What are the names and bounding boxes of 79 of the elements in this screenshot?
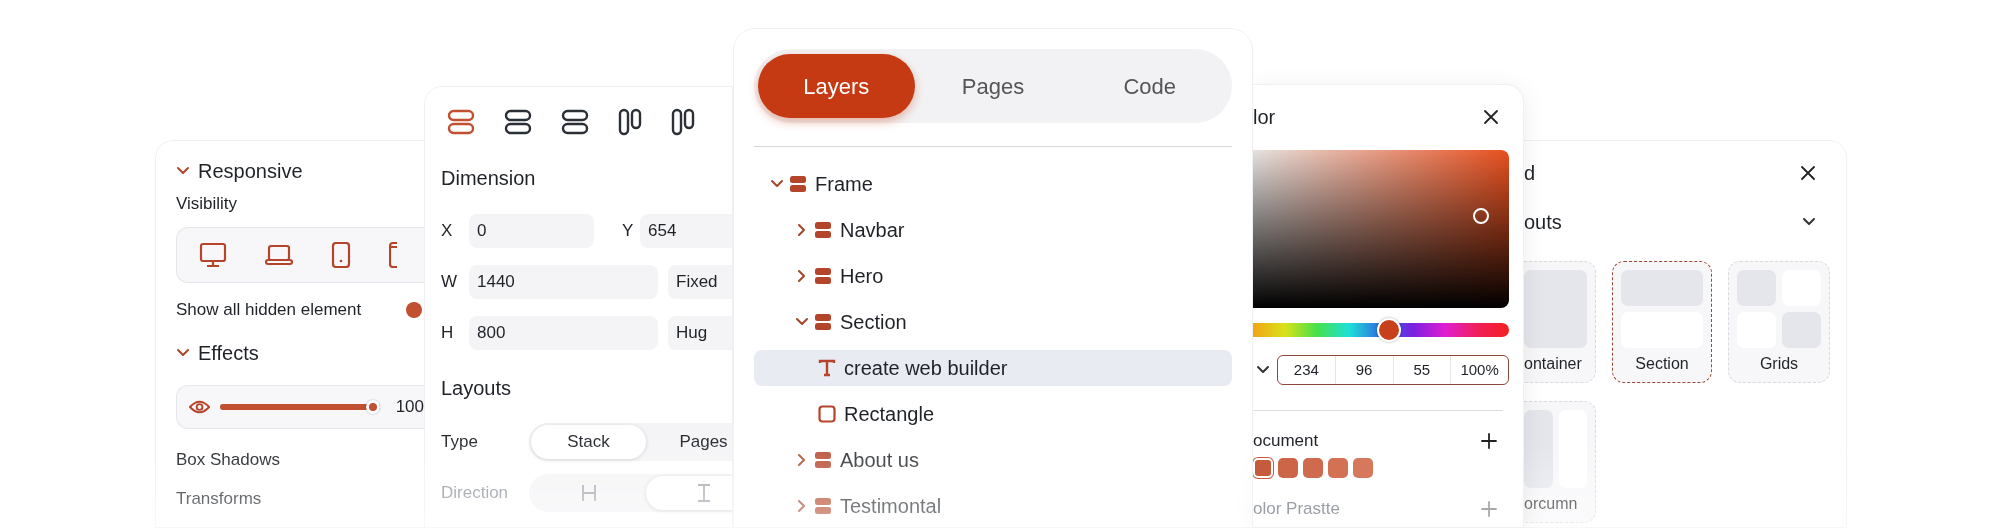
hue-slider-thumb[interactable] (1376, 318, 1401, 342)
color-swatch[interactable] (1278, 458, 1298, 478)
field-label: X (441, 220, 454, 242)
dropdown-field[interactable]: Fixed (668, 265, 732, 299)
picker-handle[interactable] (1473, 208, 1490, 225)
section-label[interactable]: Box Shadows (176, 449, 424, 471)
input-field[interactable]: 800 (469, 316, 658, 350)
horizontal-direction-icon (580, 484, 597, 502)
close-icon[interactable] (1483, 109, 1499, 125)
panel-title: lor (1253, 105, 1276, 129)
layer-row[interactable]: create web builder (754, 350, 1232, 386)
tab[interactable]: Layers (758, 54, 915, 118)
frame-layer-icon (814, 221, 832, 239)
stacked-rows-icon[interactable] (504, 109, 532, 135)
segment-option[interactable]: Pages (646, 425, 732, 459)
columns-icon[interactable] (618, 108, 642, 136)
vertical-direction-icon (695, 484, 712, 502)
columns-icon[interactable] (671, 108, 695, 136)
section-title: outs (1524, 210, 1562, 234)
add-icon[interactable] (1481, 433, 1497, 449)
input-field[interactable]: 1440 (469, 265, 658, 299)
stacked-rows-icon[interactable] (561, 109, 589, 135)
field-label: W (441, 271, 459, 293)
section-title: Dimension (441, 166, 537, 190)
layout-card[interactable]: ontainer (1524, 261, 1596, 383)
section-label[interactable]: Transforms (176, 488, 424, 510)
section-title: ocument (1253, 430, 1319, 452)
layer-row[interactable]: About us (754, 442, 1232, 478)
section-title: Layouts (441, 376, 513, 400)
section-title: olor Prastte (1253, 498, 1340, 520)
field-label: Direction (441, 482, 510, 504)
close-icon[interactable] (1800, 165, 1816, 181)
tab[interactable]: Code (1071, 54, 1228, 118)
frame-layer-icon (814, 267, 832, 285)
field-label: Type (441, 431, 479, 453)
color-channel-field[interactable]: 96 (1334, 356, 1393, 384)
color-swatch[interactable] (1253, 458, 1273, 478)
color-channel-field[interactable]: 234 (1278, 356, 1335, 384)
tablet-icon[interactable] (331, 242, 351, 268)
layer-row[interactable]: Testimontal (754, 488, 1232, 524)
layer-row[interactable]: Section (754, 304, 1232, 340)
field-label: Visibility (176, 193, 239, 215)
eye-icon (189, 399, 211, 415)
device-icon[interactable] (389, 242, 397, 268)
text-layer-icon (818, 359, 836, 377)
panel-title: d (1524, 161, 1536, 185)
input-field[interactable]: 0 (469, 214, 594, 248)
field-label: H (441, 322, 455, 344)
layer-row[interactable]: Hero (754, 258, 1232, 294)
section-title: Effects (198, 341, 259, 365)
monitor-icon[interactable] (199, 242, 227, 268)
segment-option[interactable]: Stack (531, 425, 646, 459)
color-swatch[interactable] (1353, 458, 1373, 478)
color-swatch[interactable] (1328, 458, 1348, 478)
tab[interactable]: Pages (914, 54, 1072, 118)
layer-row[interactable]: Rectangle (754, 396, 1232, 432)
color-swatch[interactable] (1303, 458, 1323, 478)
field-label: Y (622, 220, 635, 242)
rectangle-layer-icon (818, 405, 836, 423)
laptop-icon[interactable] (265, 244, 293, 266)
layer-row[interactable]: Frame (754, 166, 1232, 202)
toggle-switch[interactable] (406, 302, 422, 318)
layer-row[interactable]: Navbar (754, 212, 1232, 248)
color-channel-field[interactable]: 55 (1392, 356, 1451, 384)
dropdown-field[interactable]: Hug (668, 316, 732, 350)
frame-layer-icon (814, 497, 832, 515)
frame-layer-icon (814, 313, 832, 331)
frame-layer-icon (814, 451, 832, 469)
layout-card[interactable]: Grids (1728, 261, 1830, 383)
setting-label: Show all hidden element (176, 299, 362, 321)
color-gradient-picker[interactable] (1253, 150, 1509, 308)
layout-card[interactable]: Section (1612, 261, 1712, 383)
input-field[interactable]: 654 (640, 214, 732, 248)
layout-card[interactable]: orcumn (1524, 401, 1596, 523)
slider-value: 100 (395, 396, 424, 418)
frame-layer-icon (789, 175, 807, 193)
slider-thumb[interactable] (365, 400, 380, 414)
section-title: Responsive (198, 159, 303, 183)
color-channel-field[interactable]: 100% (1450, 356, 1508, 384)
